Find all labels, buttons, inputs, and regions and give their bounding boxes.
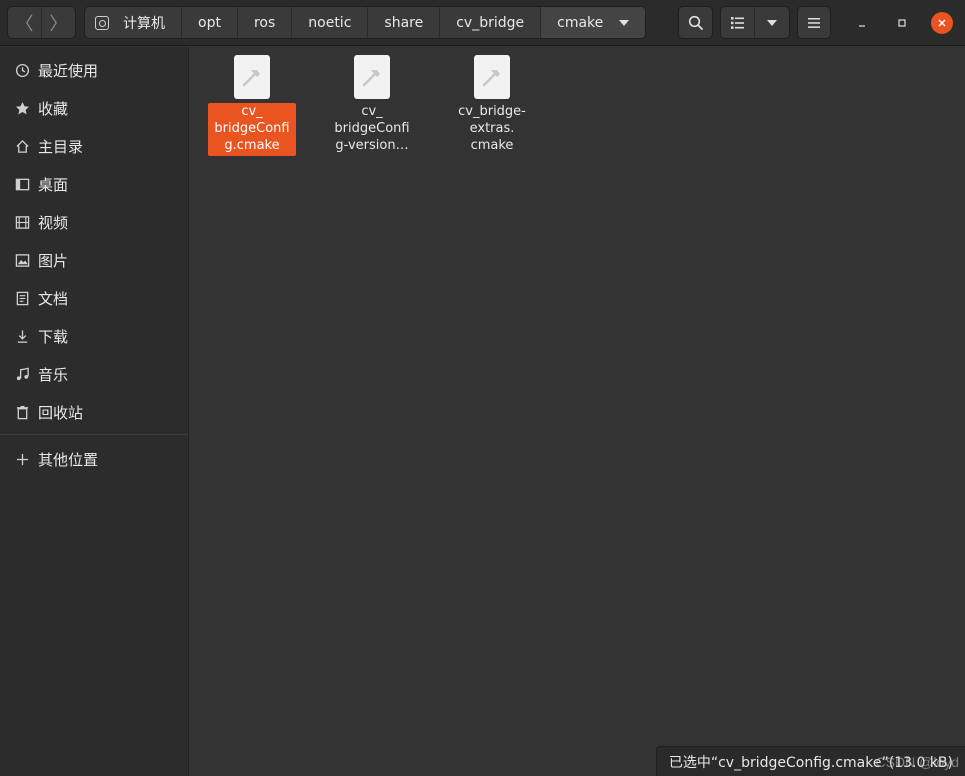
file-name: cv_ bridgeConfi g-version…	[334, 104, 410, 153]
sidebar-item-label: 收藏	[38, 99, 69, 118]
header-bar: 〈 〉 计算机 opt ros noetic share cv_bridge c…	[0, 0, 965, 46]
sidebar-item-videos[interactable]: 视频	[0, 203, 188, 241]
cmake-file-icon	[474, 55, 510, 99]
main-menu-button[interactable]	[797, 6, 831, 39]
breadcrumb-share[interactable]: share	[367, 7, 439, 38]
sidebar-item-label: 其他位置	[38, 450, 99, 469]
breadcrumb-label: ros	[253, 14, 276, 31]
close-icon	[938, 19, 946, 27]
sidebar-item-other-locations[interactable]: 其他位置	[0, 440, 188, 478]
breadcrumb-cv-bridge[interactable]: cv_bridge	[439, 7, 540, 38]
chevron-left-icon: 〈	[15, 13, 34, 35]
sidebar-item-trash[interactable]: 回收站	[0, 393, 188, 431]
sidebar-item-home[interactable]: 主目录	[0, 127, 188, 165]
file-item[interactable]: cv_bridge- extras. cmake	[447, 55, 537, 156]
sidebar-divider	[0, 434, 188, 435]
sidebar-item-label: 最近使用	[38, 61, 99, 80]
sidebar-item-label: 主目录	[38, 137, 84, 156]
sidebar-item-documents[interactable]: 文档	[0, 279, 188, 317]
sidebar-item-music[interactable]: 音乐	[0, 355, 188, 393]
back-button[interactable]: 〈	[8, 7, 41, 38]
download-icon	[14, 328, 30, 344]
sidebar-item-downloads[interactable]: 下载	[0, 317, 188, 355]
sidebar-item-label: 音乐	[38, 365, 69, 384]
breadcrumb-cmake[interactable]: cmake	[540, 7, 646, 38]
breadcrumb-computer[interactable]: 计算机	[85, 7, 181, 38]
sidebar-item-label: 回收站	[38, 403, 84, 422]
star-icon	[14, 100, 30, 116]
sidebar-item-pictures[interactable]: 图片	[0, 241, 188, 279]
maximize-button[interactable]	[891, 12, 913, 34]
breadcrumb-label: cv_bridge	[456, 14, 525, 31]
chevron-right-icon: 〉	[49, 13, 68, 35]
desktop-icon	[14, 176, 30, 192]
document-icon	[14, 290, 30, 306]
breadcrumb-label: cmake	[557, 14, 604, 31]
navigation-buttons: 〈 〉	[7, 6, 76, 39]
plus-icon	[14, 451, 30, 467]
sidebar-item-label: 下载	[38, 327, 69, 346]
breadcrumb-noetic[interactable]: noetic	[291, 7, 367, 38]
chevron-down-icon	[767, 19, 777, 26]
close-button[interactable]	[931, 12, 953, 34]
clock-icon	[14, 62, 30, 78]
file-view[interactable]: cv_ bridgeConfi g.cmake cv_ bridgeConfi …	[190, 47, 965, 776]
view-options-group	[720, 6, 790, 39]
search-button[interactable]	[678, 6, 713, 39]
sidebar-item-label: 桌面	[38, 175, 69, 194]
trash-icon	[14, 404, 30, 420]
search-icon	[688, 15, 703, 30]
hamburger-menu-icon	[808, 17, 820, 28]
video-icon	[14, 214, 30, 230]
chevron-down-icon	[619, 19, 630, 26]
list-view-icon	[730, 16, 744, 29]
breadcrumb-ros[interactable]: ros	[236, 7, 291, 38]
drive-icon	[95, 15, 109, 30]
breadcrumb-label: opt	[198, 14, 221, 31]
breadcrumb-label: share	[384, 14, 424, 31]
sidebar-item-label: 图片	[38, 251, 69, 270]
file-item[interactable]: cv_ bridgeConfi g-version…	[327, 55, 417, 156]
file-name: cv_bridge- extras. cmake	[458, 104, 526, 153]
path-bar: 计算机 opt ros noetic share cv_bridge cmake	[84, 6, 647, 39]
minimize-button[interactable]	[851, 12, 873, 34]
breadcrumb-label: 计算机	[123, 15, 165, 32]
view-menu-button[interactable]	[755, 7, 789, 38]
forward-button[interactable]: 〉	[41, 7, 75, 38]
file-name: cv_ bridgeConfi g.cmake	[208, 103, 296, 156]
watermark: CSDN @loyd	[875, 754, 959, 770]
sidebar-item-label: 文档	[38, 289, 69, 308]
minimize-icon	[859, 25, 865, 27]
maximize-icon	[898, 19, 906, 27]
breadcrumb-label: noetic	[308, 14, 352, 31]
sidebar-item-recent[interactable]: 最近使用	[0, 51, 188, 89]
cmake-file-icon	[234, 55, 270, 99]
sidebar-item-label: 视频	[38, 213, 69, 232]
sidebar-item-desktop[interactable]: 桌面	[0, 165, 188, 203]
music-icon	[14, 366, 30, 382]
breadcrumb-opt[interactable]: opt	[181, 7, 237, 38]
cmake-file-icon	[354, 55, 390, 99]
sidebar: 最近使用 收藏 主目录 桌面 视频 图片 文档 下载 音乐 回收站 其他位置	[0, 47, 189, 776]
home-icon	[14, 138, 30, 154]
sidebar-item-starred[interactable]: 收藏	[0, 89, 188, 127]
file-item[interactable]: cv_ bridgeConfi g.cmake	[207, 55, 297, 156]
list-view-button[interactable]	[721, 7, 755, 38]
picture-icon	[14, 252, 30, 268]
